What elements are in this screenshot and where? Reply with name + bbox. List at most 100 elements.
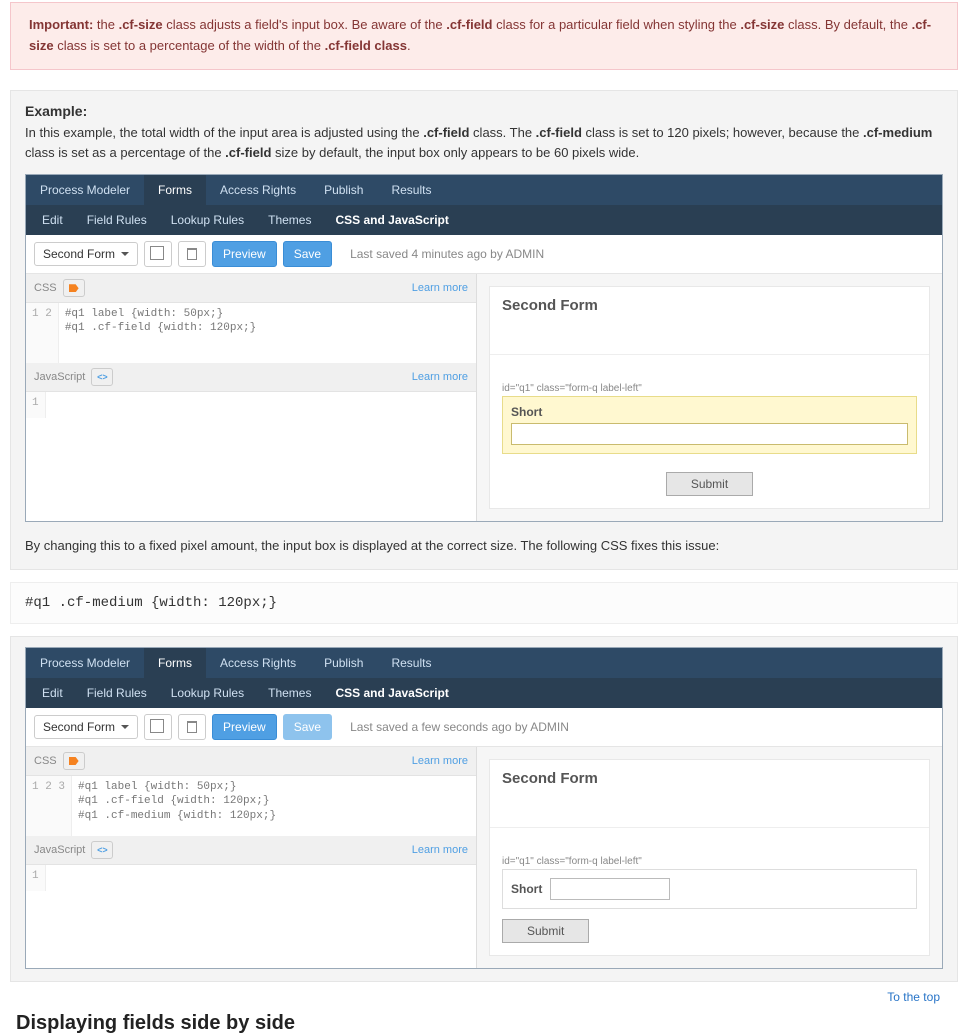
field-highlight: Short <box>502 396 917 454</box>
tab-process-modeler[interactable]: Process Modeler <box>26 175 144 205</box>
css-code: #q1 label {width: 50px;} #q1 .cf-field {… <box>59 303 262 363</box>
code-icon-button-2[interactable]: <> <box>91 841 113 859</box>
class-label-2: id="q1" class="form-q label-left" <box>502 856 917 867</box>
js-editor[interactable]: 1 <box>26 392 476 418</box>
sub-tabs: Edit Field Rules Lookup Rules Themes CSS… <box>26 205 942 235</box>
learn-more-js[interactable]: Learn more <box>412 371 468 383</box>
preview-pane-2: Second Form id="q1" class="form-q label-… <box>476 747 942 968</box>
tab-access-rights[interactable]: Access Rights <box>206 175 310 205</box>
tag-icon-button-2[interactable] <box>63 752 85 770</box>
code-icon-button[interactable]: <> <box>91 368 113 386</box>
subtab-field-rules[interactable]: Field Rules <box>75 205 159 235</box>
js-label-2: JavaScript <box>34 844 85 856</box>
submit-button[interactable]: Submit <box>666 472 753 496</box>
example-block: Example: In this example, the total widt… <box>10 90 958 570</box>
js-gutter-2: 1 <box>26 865 46 891</box>
preview-button[interactable]: Preview <box>212 241 277 267</box>
tab-forms[interactable]: Forms <box>144 175 206 205</box>
css-code-2: #q1 label {width: 50px;} #q1 .cf-field {… <box>72 776 282 836</box>
preview-button-2[interactable]: Preview <box>212 714 277 740</box>
copy-button-2[interactable] <box>144 714 172 740</box>
learn-more-js-2[interactable]: Learn more <box>412 844 468 856</box>
delete-button[interactable] <box>178 241 206 267</box>
subtab-field-rules-2[interactable]: Field Rules <box>75 678 159 708</box>
js-section-header: JavaScript<> Learn more <box>26 363 476 392</box>
form-select[interactable]: Second Form <box>34 242 138 266</box>
middle-paragraph: By changing this to a fixed pixel amount… <box>25 536 943 557</box>
trash-icon <box>187 721 197 733</box>
css-label-2: CSS <box>34 755 57 767</box>
field-input-2[interactable] <box>550 878 670 900</box>
important-alert: Important: the .cf-size class adjusts a … <box>10 2 958 70</box>
submit-button-2[interactable]: Submit <box>502 919 589 943</box>
sub-tabs-2: Edit Field Rules Lookup Rules Themes CSS… <box>26 678 942 708</box>
next-heading: Displaying fields side by side <box>16 1012 958 1035</box>
js-gutter: 1 <box>26 392 46 418</box>
js-editor-2[interactable]: 1 <box>26 865 476 891</box>
subtab-themes-2[interactable]: Themes <box>256 678 323 708</box>
field-input[interactable] <box>511 423 908 445</box>
tab-results-2[interactable]: Results <box>377 648 445 678</box>
css-fix-code: #q1 .cf-medium {width: 120px;} <box>10 582 958 624</box>
top-tabs: Process Modeler Forms Access Rights Publ… <box>26 175 942 205</box>
subtab-css-js-2[interactable]: CSS and JavaScript <box>323 678 460 708</box>
css-section-header: CSS Learn more <box>26 274 476 303</box>
screenshot-1: Process Modeler Forms Access Rights Publ… <box>25 174 943 522</box>
toolbar: Second Form Preview Save Last saved 4 mi… <box>26 235 942 274</box>
tag-icon-button[interactable] <box>63 279 85 297</box>
example-block-2: Process Modeler Forms Access Rights Publ… <box>10 636 958 982</box>
tab-publish[interactable]: Publish <box>310 175 377 205</box>
learn-more-css-2[interactable]: Learn more <box>412 755 468 767</box>
save-meta: Last saved 4 minutes ago by ADMIN <box>350 247 544 261</box>
to-top-link[interactable]: To the top <box>887 990 940 1004</box>
caret-down-icon <box>121 252 129 256</box>
field-row: Short <box>502 869 917 909</box>
css-label: CSS <box>34 282 57 294</box>
preview-title-2: Second Form <box>502 770 917 787</box>
form-select-2[interactable]: Second Form <box>34 715 138 739</box>
left-pane: CSS Learn more 1 2 #q1 label {width: 50p… <box>26 274 476 521</box>
subtab-lookup-rules[interactable]: Lookup Rules <box>159 205 256 235</box>
top-tabs-2: Process Modeler Forms Access Rights Publ… <box>26 648 942 678</box>
screenshot-2: Process Modeler Forms Access Rights Publ… <box>25 647 943 969</box>
save-meta-2: Last saved a few seconds ago by ADMIN <box>350 720 569 734</box>
caret-down-icon <box>121 725 129 729</box>
tab-access-rights-2[interactable]: Access Rights <box>206 648 310 678</box>
example-paragraph: In this example, the total width of the … <box>25 123 943 165</box>
subtab-themes[interactable]: Themes <box>256 205 323 235</box>
delete-button-2[interactable] <box>178 714 206 740</box>
code-icon: <> <box>97 372 108 382</box>
alert-lead: Important: <box>29 17 93 32</box>
tab-results[interactable]: Results <box>377 175 445 205</box>
save-button-2[interactable]: Save <box>283 714 332 740</box>
field-label-2: Short <box>511 882 542 896</box>
preview-pane: Second Form id="q1" class="form-q label-… <box>476 274 942 521</box>
subtab-edit[interactable]: Edit <box>30 205 75 235</box>
tab-forms-2[interactable]: Forms <box>144 648 206 678</box>
tag-icon <box>69 284 79 292</box>
preview-title: Second Form <box>502 297 917 314</box>
example-heading: Example: <box>25 103 943 119</box>
js-code-2 <box>46 865 58 891</box>
subtab-lookup-rules-2[interactable]: Lookup Rules <box>159 678 256 708</box>
subtab-edit-2[interactable]: Edit <box>30 678 75 708</box>
subtab-css-js[interactable]: CSS and JavaScript <box>323 205 460 235</box>
copy-icon <box>152 248 164 260</box>
learn-more-css[interactable]: Learn more <box>412 282 468 294</box>
css-gutter-2: 1 2 3 <box>26 776 72 836</box>
copy-icon <box>152 721 164 733</box>
left-pane-2: CSS Learn more 1 2 3 #q1 label {width: 5… <box>26 747 476 968</box>
tab-process-modeler-2[interactable]: Process Modeler <box>26 648 144 678</box>
save-button[interactable]: Save <box>283 241 332 267</box>
js-code <box>46 392 58 418</box>
css-editor-2[interactable]: 1 2 3 #q1 label {width: 50px;} #q1 .cf-f… <box>26 776 476 836</box>
code-icon: <> <box>97 845 108 855</box>
css-editor[interactable]: 1 2 #q1 label {width: 50px;} #q1 .cf-fie… <box>26 303 476 363</box>
toolbar-2: Second Form Preview Save Last saved a fe… <box>26 708 942 747</box>
js-section-header-2: JavaScript <> Learn more <box>26 836 476 865</box>
trash-icon <box>187 248 197 260</box>
field-label: Short <box>511 405 908 419</box>
tag-icon <box>69 757 79 765</box>
tab-publish-2[interactable]: Publish <box>310 648 377 678</box>
copy-button[interactable] <box>144 241 172 267</box>
